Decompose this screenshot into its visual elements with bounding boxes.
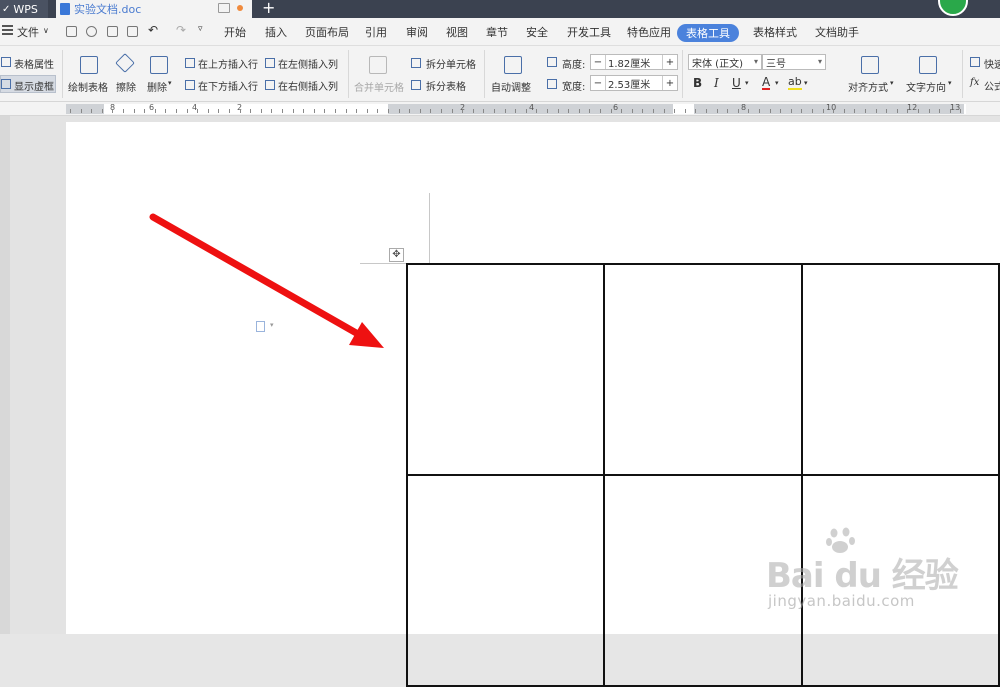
watermark-url: jingyan.baidu.com: [768, 592, 915, 610]
watermark-logo: Bai du 经验: [766, 556, 959, 596]
arrow-shaft: [149, 213, 362, 338]
